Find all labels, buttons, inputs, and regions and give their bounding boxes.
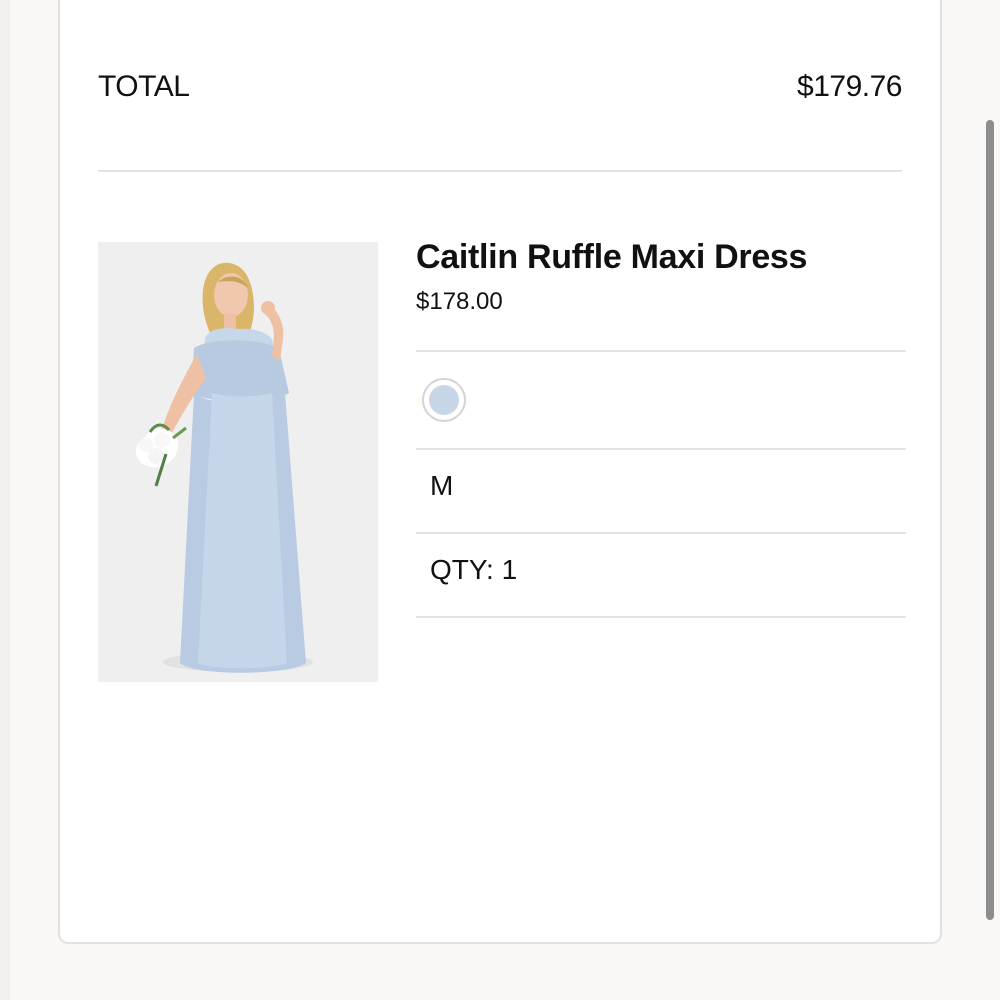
- total-row: TOTAL $179.76: [98, 70, 902, 110]
- order-summary-card: TOTAL $179.76 Caitlin Ruffle Maxi Dress …: [58, 0, 942, 944]
- size-value[interactable]: M: [430, 470, 453, 502]
- total-label: TOTAL: [98, 70, 190, 103]
- size-divider: [416, 532, 906, 534]
- total-divider: [98, 170, 902, 172]
- product-name[interactable]: Caitlin Ruffle Maxi Dress: [416, 238, 807, 277]
- quantity-value[interactable]: QTY: 1: [430, 554, 517, 586]
- info-divider: [416, 350, 906, 352]
- cart-page: TOTAL $179.76 Caitlin Ruffle Maxi Dress …: [0, 0, 1000, 1000]
- color-swatch[interactable]: [422, 378, 466, 422]
- selected-color-dot: [429, 385, 459, 415]
- scrollbar-thumb[interactable]: [986, 120, 994, 920]
- product-price: $178.00: [416, 288, 503, 315]
- color-divider: [416, 448, 906, 450]
- dress-model-illustration: [98, 242, 378, 682]
- page-left-edge: [0, 0, 10, 1000]
- quantity-divider: [416, 616, 906, 618]
- product-image[interactable]: [98, 242, 378, 682]
- total-value: $179.76: [797, 70, 902, 103]
- scrollbar-track[interactable]: [986, 110, 994, 930]
